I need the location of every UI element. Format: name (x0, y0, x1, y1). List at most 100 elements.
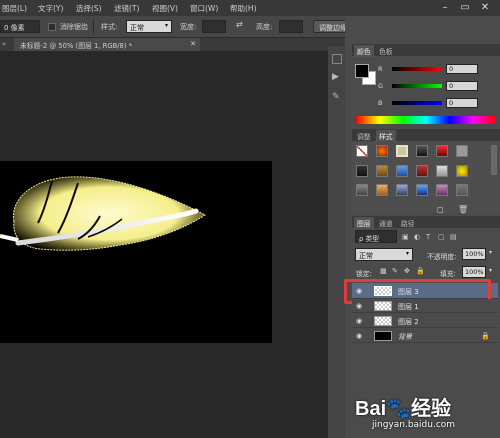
tab-paths[interactable]: 路径 (398, 217, 418, 229)
red-value-field[interactable]: 0 (446, 64, 478, 74)
style-swatch-none[interactable] (356, 145, 368, 157)
new-style-icon[interactable]: ◻ (437, 205, 444, 214)
maximize-button[interactable]: ▭ (458, 2, 472, 14)
tab-swatches[interactable]: 色板 (376, 45, 396, 57)
layer-thumbnail (374, 331, 392, 341)
style-swatch-orange[interactable] (376, 145, 388, 157)
tab-channels[interactable]: 通道 (376, 217, 396, 229)
style-swatch-gold[interactable] (376, 165, 388, 177)
lock-position-icon[interactable]: ✥ (404, 267, 410, 275)
antialias-label: 消除锯齿 (60, 23, 88, 31)
blue-slider[interactable] (392, 101, 442, 105)
height-input[interactable] (279, 20, 303, 33)
history-icon[interactable] (332, 54, 342, 64)
style-swatch-ocean[interactable] (416, 184, 428, 196)
style-swatch-red[interactable] (436, 145, 448, 157)
close-window-button[interactable]: ✕ (478, 2, 492, 14)
opacity-label: 不透明度: (427, 253, 457, 261)
styles-scrollbar[interactable] (491, 145, 497, 175)
eye-icon[interactable]: ◉ (356, 287, 362, 295)
style-swatch-silver[interactable] (436, 165, 448, 177)
chevron-down-icon: ▾ (164, 22, 168, 29)
menu-filter[interactable]: 滤镜(T) (114, 3, 139, 14)
menu-view[interactable]: 视图(V) (152, 3, 178, 14)
foreground-color-swatch[interactable] (355, 64, 369, 78)
layer-filter-select[interactable]: ρ 类型 (355, 230, 397, 243)
menu-layer[interactable]: 图层(L) (2, 3, 27, 14)
lock-pixels-icon[interactable]: ✎ (392, 267, 398, 275)
style-swatch-violet[interactable] (436, 184, 448, 196)
filter-type-icon[interactable]: T (426, 233, 430, 241)
layer-row[interactable]: ◉ 图层 1 (352, 299, 498, 313)
style-swatch-crimson[interactable] (416, 165, 428, 177)
style-swatch-blue[interactable] (396, 165, 408, 177)
baidu-logo: Bai🐾经验 (355, 392, 451, 421)
filter-adjust-icon[interactable]: ◐ (414, 233, 420, 241)
actions-icon[interactable]: ▶ (332, 72, 342, 82)
fill-field[interactable]: 100% (462, 266, 486, 278)
layer-name[interactable]: 背景 (398, 332, 412, 342)
layer-row-background[interactable]: ◉ 背景 🔒 (352, 329, 498, 343)
eye-icon[interactable]: ◉ (356, 302, 362, 310)
filter-image-icon[interactable]: ▣ (402, 233, 409, 241)
menu-bar: 图层(L) 文字(Y) 选择(S) 滤镜(T) 视图(V) 窗口(W) 帮助(H… (0, 0, 500, 16)
layer-thumbnail (374, 316, 392, 326)
tab-color[interactable]: 颜色 (354, 45, 374, 57)
filter-smart-icon[interactable]: ▤ (450, 233, 457, 241)
feather-input[interactable]: 0 像素 (0, 20, 40, 33)
layer-filter-value: ρ 类型 (359, 235, 380, 243)
separator (93, 19, 94, 34)
fill-chevron-icon[interactable]: ▾ (489, 267, 492, 274)
menu-help[interactable]: 帮助(H) (230, 3, 257, 14)
height-label: 高度: (256, 23, 273, 31)
style-swatch-selected[interactable] (396, 145, 408, 157)
menu-type[interactable]: 文字(Y) (38, 3, 63, 14)
antialias-checkbox[interactable] (48, 23, 56, 31)
width-input[interactable] (202, 20, 226, 33)
style-swatch-yellow[interactable] (456, 165, 468, 177)
chevron-down-icon: ▾ (405, 250, 409, 257)
style-swatch-slate[interactable] (456, 184, 468, 196)
layer-name[interactable]: 图层 2 (398, 317, 419, 327)
eye-icon[interactable]: ◉ (356, 332, 362, 340)
document-canvas[interactable] (0, 161, 272, 343)
style-label: 样式: (101, 23, 118, 31)
lock-all-icon[interactable]: 🔒 (416, 267, 425, 275)
menu-window[interactable]: 窗口(W) (190, 3, 218, 14)
layer-row-selected[interactable]: ◉ 图层 3 (352, 283, 498, 299)
style-swatch-shadow[interactable] (356, 165, 368, 177)
minimize-button[interactable]: – (438, 2, 452, 14)
lock-transparency-icon[interactable]: ▩ (380, 267, 387, 275)
layer-row[interactable]: ◉ 图层 2 (352, 314, 498, 328)
fill-label: 填充: (440, 270, 456, 278)
green-slider[interactable] (392, 84, 442, 88)
layer-name[interactable]: 图层 3 (398, 287, 419, 297)
red-slider[interactable] (392, 67, 442, 71)
layer-name[interactable]: 图层 1 (398, 302, 419, 312)
brush-icon[interactable]: ✎ (332, 92, 342, 102)
style-select[interactable]: 正常 ▾ (126, 20, 172, 33)
green-value-field[interactable]: 0 (446, 81, 478, 91)
style-swatch-amber[interactable] (376, 184, 388, 196)
close-icon[interactable]: ✕ (190, 40, 196, 48)
green-channel-label: G (378, 82, 384, 90)
blend-mode-select[interactable]: 正常 ▾ (355, 248, 413, 261)
opacity-chevron-icon[interactable]: ▾ (489, 249, 492, 256)
style-swatch-dark[interactable] (416, 145, 428, 157)
menu-select[interactable]: 选择(S) (76, 3, 102, 14)
document-tab[interactable]: 未标题-2 @ 50% (图层 1, RGB/8) * ✕ (14, 38, 200, 51)
tab-layers[interactable]: 图层 (354, 217, 374, 229)
opacity-field[interactable]: 100% (462, 248, 486, 260)
collapse-arrow-icon[interactable]: » (2, 40, 6, 48)
eye-icon[interactable]: ◉ (356, 317, 362, 325)
blue-value-field[interactable]: 0 (446, 98, 478, 108)
style-swatch-gray[interactable] (456, 145, 468, 157)
swap-icon[interactable]: ⇄ (236, 20, 243, 29)
layer-thumbnail (374, 301, 392, 311)
color-spectrum-bar[interactable] (356, 116, 496, 124)
lock-label: 锁定: (356, 270, 372, 278)
style-swatch-sky[interactable] (396, 184, 408, 196)
style-swatch-stone[interactable] (356, 184, 368, 196)
delete-style-icon[interactable]: 🗑 (458, 205, 468, 214)
filter-shape-icon[interactable]: ▢ (438, 233, 445, 241)
